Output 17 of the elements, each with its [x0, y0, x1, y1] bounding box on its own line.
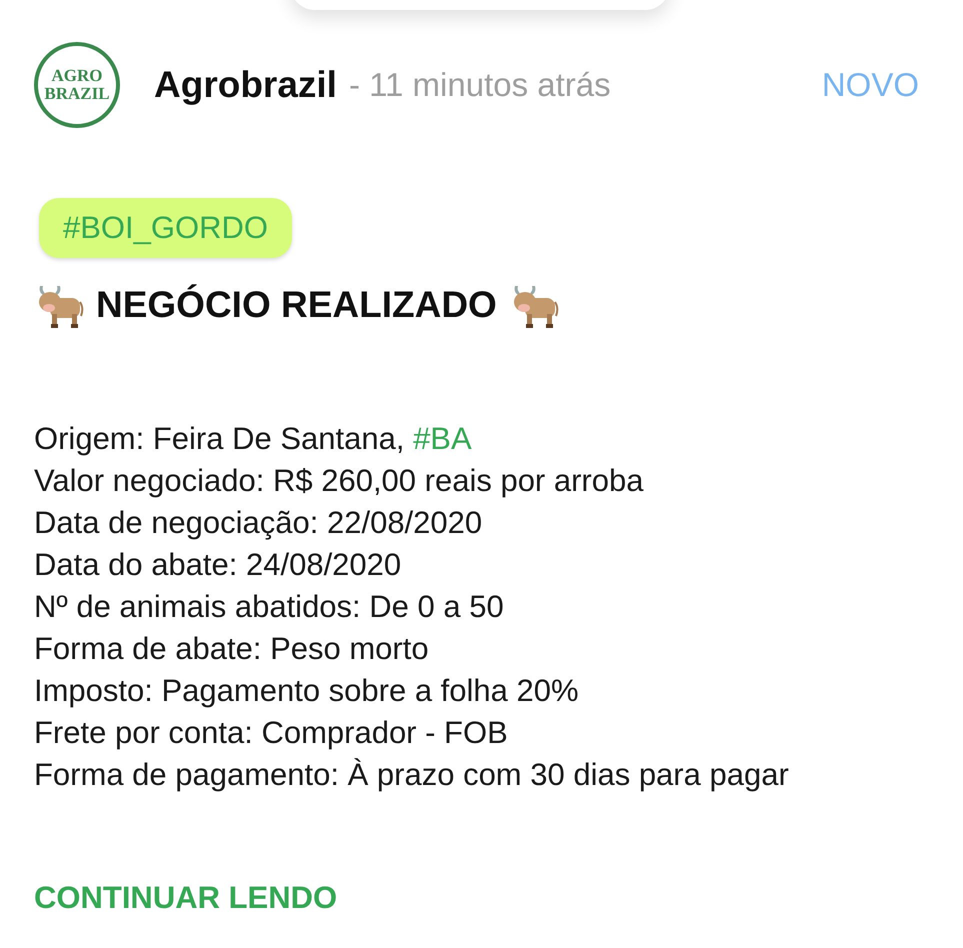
continue-reading-link[interactable]: CONTINUAR LENDO: [34, 880, 338, 916]
detail-line: Forma de abate: Peso morto: [34, 630, 430, 668]
tag-chip[interactable]: #BOI_GORDO: [39, 198, 292, 258]
post-title: NEGÓCIO REALIZADO: [96, 284, 497, 326]
detail-line: Forma de pagamento: À prazo com 30 dias para pagar: [34, 756, 790, 794]
detail-line: Valor negociado: R$ 260,00 reais por arroba: [34, 462, 644, 500]
post-time: - 11 minutos atrás: [348, 66, 611, 104]
new-label: NOVO: [822, 66, 919, 104]
detail-line: Nº de animais abatidos: De 0 a 50: [34, 588, 505, 626]
author-name: Agrobrazil: [154, 64, 337, 106]
detail-line: Frete por conta: Comprador - FOB: [34, 714, 509, 752]
detail-line: Data de negociação: 22/08/2020: [34, 504, 484, 542]
detail-line: Data do abate: 24/08/2020: [34, 546, 402, 584]
detail-line: Imposto: Pagamento sobre a folha 20%: [34, 672, 580, 710]
hashtag-link[interactable]: #BA: [413, 421, 472, 456]
logo: AGRO BRAZIL: [34, 42, 120, 128]
detail-line: Origem: Feira De Santana, #BA: [34, 420, 473, 458]
